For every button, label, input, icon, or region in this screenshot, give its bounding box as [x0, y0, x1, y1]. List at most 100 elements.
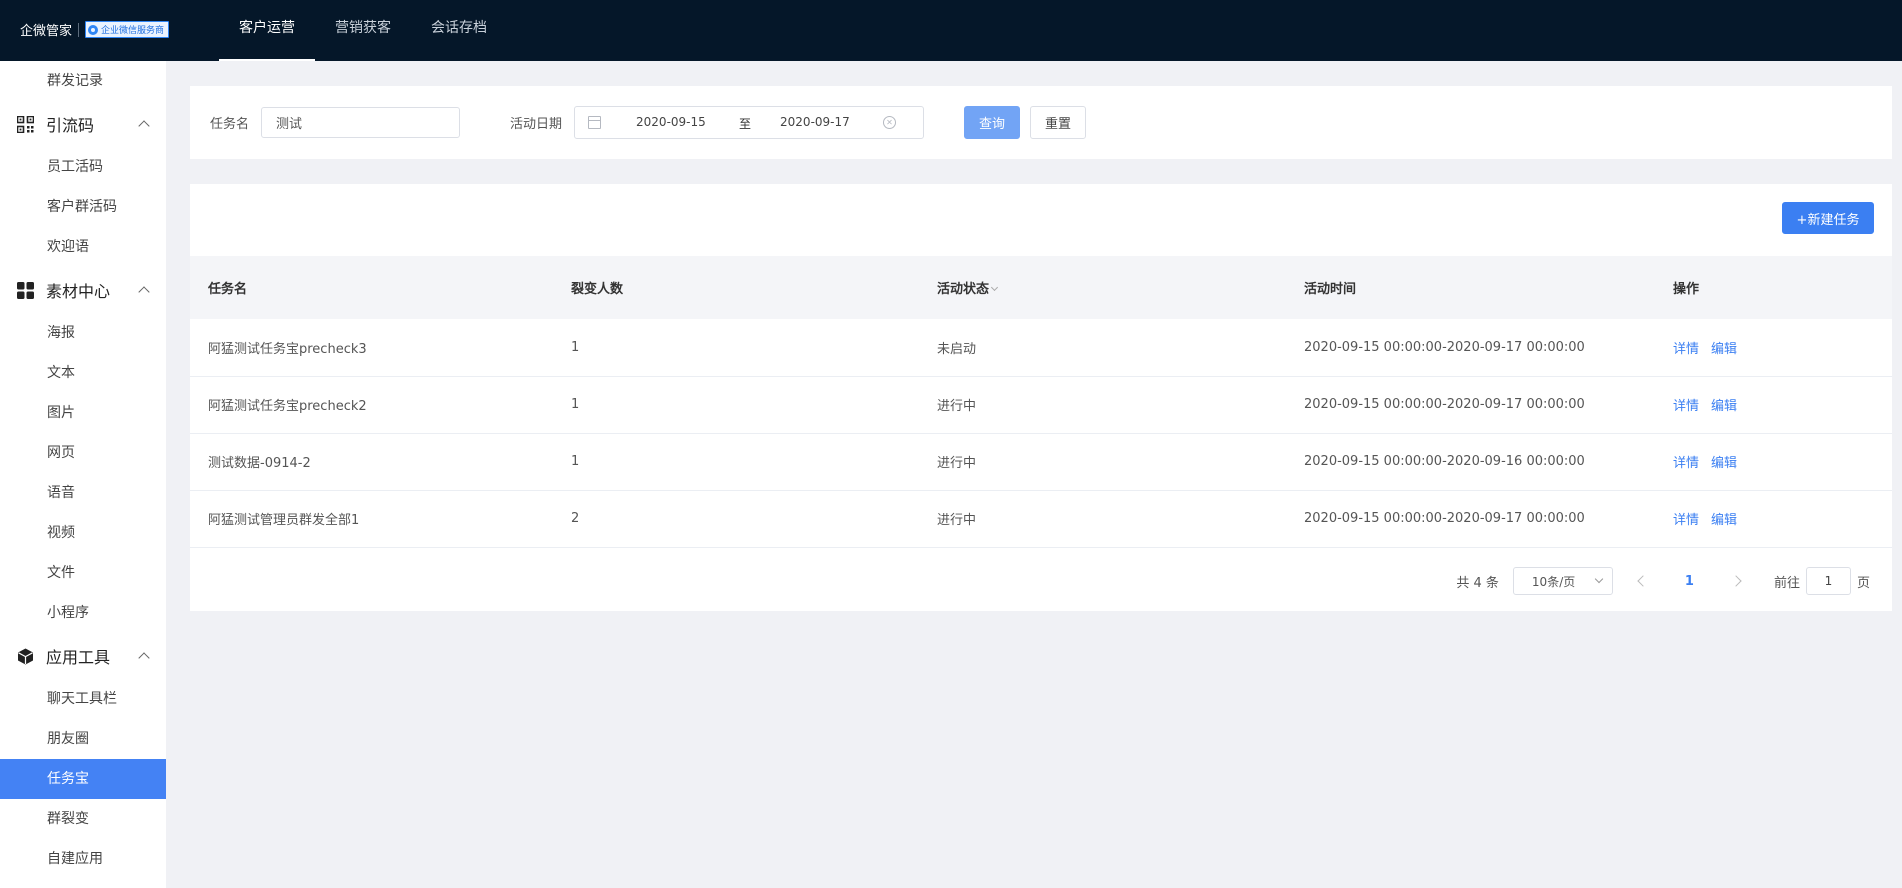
edit-link[interactable]: 编辑: [1711, 456, 1737, 471]
cell-task-name: 测试数据-0914-2: [208, 456, 311, 471]
pagination-total: 共 4 条: [1456, 575, 1499, 591]
table-row: 阿猛测试任务宝precheck2 1 进行中 2020-09-15 00:00:…: [190, 376, 1892, 433]
chevron-down-icon[interactable]: [990, 283, 999, 292]
page-number-current[interactable]: 1: [1685, 574, 1694, 589]
clear-icon[interactable]: ✕: [883, 116, 897, 129]
reset-button[interactable]: 重置: [1030, 106, 1087, 139]
wecom-logo-icon: [88, 24, 99, 35]
calendar-icon: [588, 116, 602, 129]
sidebar-item-chat-toolbar[interactable]: 聊天工具栏: [0, 679, 166, 719]
sidebar-group-label: 应用工具: [46, 648, 111, 667]
edit-link[interactable]: 编辑: [1711, 399, 1737, 414]
goto-prefix: 前往: [1773, 575, 1800, 591]
cell-task-name: 阿猛测试任务宝precheck3: [208, 341, 367, 357]
detail-link[interactable]: 详情: [1673, 399, 1699, 414]
sidebar-group-label: 素材中心: [46, 282, 111, 301]
sidebar-item-custom-app[interactable]: 自建应用: [0, 839, 166, 879]
top-navbar: 企微管家 企业微信服务商 客户运营 营销获客 会话存档: [0, 0, 1902, 61]
sidebar-group-material-center[interactable]: 素材中心: [0, 267, 166, 313]
table-toolbar: +新建任务: [190, 184, 1892, 256]
detail-link[interactable]: 详情: [1673, 342, 1699, 357]
tab-chat-archive[interactable]: 会话存档: [411, 0, 507, 61]
edit-link[interactable]: 编辑: [1711, 342, 1737, 357]
date-separator: 至: [739, 117, 752, 131]
column-header-status[interactable]: 活动状态: [919, 256, 1286, 319]
cell-time: 2020-09-15 00:00:00-2020-09-17 00:00:00: [1304, 511, 1585, 526]
sidebar-item-broadcast-records[interactable]: 群发记录: [0, 61, 166, 101]
cell-fission-count: 1: [571, 397, 580, 412]
table-row: 测试数据-0914-2 1 进行中 2020-09-15 00:00:00-20…: [190, 433, 1892, 490]
sidebar: 群发记录 引流码 员工活码 客户群活码 欢迎语 素材中心 海报 文本 图片 网页…: [0, 61, 166, 888]
goto-suffix: 页: [1856, 575, 1870, 591]
filter-bar: 任务名 活动日期 2020-09-15 至 2020-09-17 ✕ 查询 重置: [190, 86, 1892, 159]
table-row: 阿猛测试任务宝precheck3 1 未启动 2020-09-15 00:00:…: [190, 319, 1892, 376]
sidebar-item-task-treasure[interactable]: 任务宝: [0, 759, 166, 799]
activity-date-label: 活动日期: [510, 117, 563, 132]
cell-time: 2020-09-15 00:00:00-2020-09-17 00:00:00: [1304, 397, 1585, 412]
query-button[interactable]: 查询: [964, 106, 1021, 139]
brand-divider: [78, 22, 80, 37]
badge-label: 企业微信服务商: [101, 26, 165, 36]
cell-task-name: 阿猛测试管理员群发全部1: [208, 513, 360, 528]
cell-actions: 详情 编辑: [1655, 490, 1892, 547]
sidebar-item-text[interactable]: 文本: [0, 353, 166, 393]
top-nav-tabs: 客户运营 营销获客 会话存档: [219, 0, 507, 61]
date-range-picker[interactable]: 2020-09-15 至 2020-09-17 ✕: [574, 106, 925, 139]
edit-link[interactable]: 编辑: [1711, 513, 1737, 528]
chevron-up-icon: [138, 286, 150, 298]
qrcode-icon: [17, 115, 34, 133]
prev-page-icon[interactable]: [1637, 575, 1649, 587]
sidebar-item-video[interactable]: 视频: [0, 513, 166, 553]
chevron-down-icon: [1594, 574, 1604, 584]
status-header-label: 活动状态: [937, 282, 990, 297]
pagination: 共 4 条 10条/页 1 前往 页: [1456, 567, 1870, 595]
new-task-button[interactable]: +新建任务: [1782, 202, 1874, 234]
task-name-input[interactable]: [261, 107, 461, 138]
column-header-time: 活动时间: [1304, 282, 1357, 297]
chevron-up-icon: [138, 120, 150, 132]
chevron-up-icon: [138, 652, 150, 664]
goto-page-input[interactable]: [1805, 567, 1851, 595]
cell-fission-count: 2: [571, 511, 580, 526]
cell-time: 2020-09-15 00:00:00-2020-09-17 00:00:00: [1304, 339, 1585, 355]
sidebar-item-webpage[interactable]: 网页: [0, 433, 166, 473]
page-size-value: 10条/页: [1531, 574, 1576, 589]
sidebar-item-voice[interactable]: 语音: [0, 473, 166, 513]
tab-marketing[interactable]: 营销获客: [315, 0, 411, 61]
table-header-row: 任务名 裂变人数 活动状态 活动时间 操作: [190, 256, 1892, 319]
task-table-card: +新建任务 任务名 裂变人数 活动状态 活动时间 操作 阿猛测试任务宝prech…: [190, 184, 1892, 611]
sidebar-item-group-qrcode[interactable]: 客户群活码: [0, 187, 166, 227]
sidebar-item-poster[interactable]: 海报: [0, 313, 166, 353]
sidebar-item-moments[interactable]: 朋友圈: [0, 719, 166, 759]
cell-task-name: 阿猛测试任务宝precheck2: [208, 399, 367, 414]
sidebar-item-mini-program[interactable]: 小程序: [0, 593, 166, 633]
sidebar-item-group-fission[interactable]: 群裂变: [0, 799, 166, 839]
sidebar-group-traffic-code[interactable]: 引流码: [0, 101, 166, 147]
tab-customer-operation[interactable]: 客户运营: [219, 0, 315, 61]
brand: 企微管家 企业微信服务商: [20, 20, 170, 39]
detail-link[interactable]: 详情: [1673, 513, 1699, 528]
cell-actions: 详情 编辑: [1655, 319, 1892, 376]
sidebar-item-file[interactable]: 文件: [0, 553, 166, 593]
sidebar-item-image[interactable]: 图片: [0, 393, 166, 433]
cell-fission-count: 1: [571, 454, 580, 469]
table-row: 阿猛测试管理员群发全部1 2 进行中 2020-09-15 00:00:00-2…: [190, 490, 1892, 547]
cell-time: 2020-09-15 00:00:00-2020-09-16 00:00:00: [1304, 454, 1585, 469]
column-header-fission-count: 裂变人数: [571, 282, 624, 297]
sidebar-item-welcome[interactable]: 欢迎语: [0, 227, 166, 267]
sidebar-group-label: 引流码: [46, 116, 95, 135]
grid-icon: [17, 281, 34, 299]
date-end[interactable]: 2020-09-17: [780, 115, 850, 129]
next-page-icon[interactable]: [1730, 575, 1742, 587]
date-start[interactable]: 2020-09-15: [636, 115, 706, 129]
cell-status: 进行中: [937, 399, 977, 414]
sidebar-group-app-tools[interactable]: 应用工具: [0, 633, 166, 679]
cell-status: 未启动: [937, 341, 977, 357]
column-header-task-name: 任务名: [208, 282, 248, 297]
task-name-label: 任务名: [210, 117, 250, 132]
detail-link[interactable]: 详情: [1673, 456, 1699, 471]
cube-icon: [18, 648, 33, 664]
task-table: 任务名 裂变人数 活动状态 活动时间 操作 阿猛测试任务宝precheck3 1…: [190, 256, 1892, 548]
page-size-select[interactable]: 10条/页: [1512, 567, 1613, 595]
sidebar-item-staff-qrcode[interactable]: 员工活码: [0, 147, 166, 187]
